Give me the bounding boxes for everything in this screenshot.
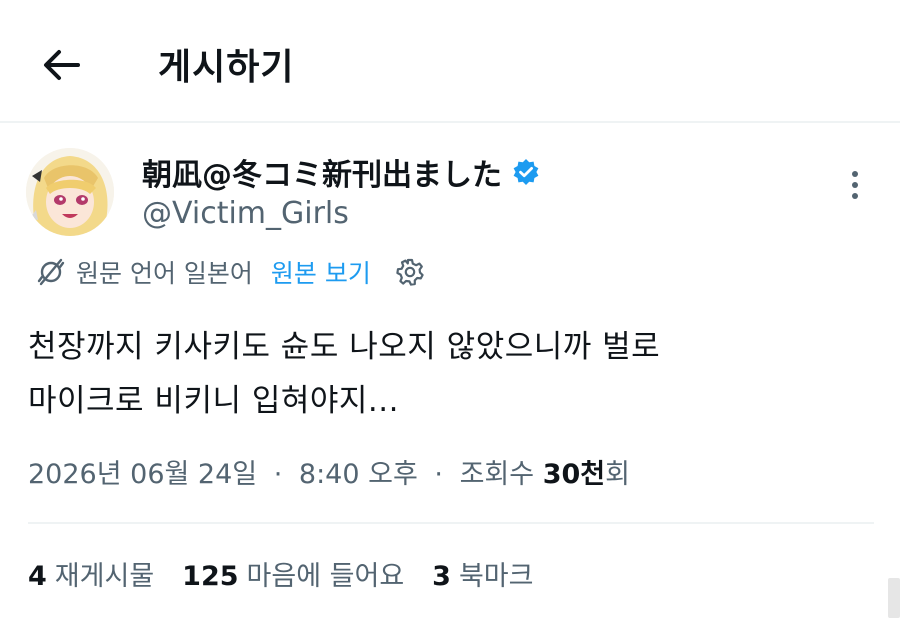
more-options-button[interactable] [840,165,870,205]
bookmarks-count: 3 [432,561,451,592]
translation-row: 원문 언어 일본어 원본 보기 [36,254,425,290]
author-handle[interactable]: @Victim_Girls [142,196,349,231]
post-text-line: 천장까지 키사키도 슌도 나오지 않았으니까 벌로 [28,329,661,365]
bookmarks-label: 북마크 [458,561,534,592]
post-date[interactable]: 2026년 06월 24일 [28,459,257,490]
show-original-link[interactable]: 원본 보기 [271,254,371,290]
arrow-left-icon [44,50,80,80]
avatar-illustration [26,148,114,236]
page-title: 게시하기 [158,47,295,88]
likes-stat[interactable]: 125 마음에 들어요 [182,554,404,593]
scrollbar[interactable] [888,578,900,618]
meta-separator: · [273,459,283,490]
stats-divider [28,522,874,524]
gear-icon[interactable] [395,257,425,287]
top-bar: 게시하기 [0,0,900,122]
reposts-stat[interactable]: 4 재게시물 [28,554,154,593]
verified-badge-icon [512,158,540,186]
views-suffix: 회 [605,459,630,490]
post-text: 천장까지 키사키도 슌도 나오지 않았으니까 벌로 마이크로 비키니 입혀야지.… [28,320,868,428]
author-name[interactable]: 朝凪@冬コミ新刊出ました [142,150,540,194]
translation-label: 원문 언어 일본어 [76,259,253,288]
translate-icon [36,257,66,287]
post-time[interactable]: 8:40 오후 [299,459,418,490]
back-button[interactable] [38,42,84,88]
reposts-count: 4 [28,561,47,592]
views-label: 조회수 [459,459,535,490]
avatar[interactable] [26,148,114,236]
likes-label: 마음에 들어요 [246,561,405,592]
bookmarks-stat[interactable]: 3 북마크 [432,554,533,593]
meta-separator: · [434,459,443,490]
likes-count: 125 [182,561,239,592]
views-count: 30천 [542,459,606,490]
post-text-line: 마이크로 비키니 입혀야지... [28,383,399,419]
post-meta: 2026년 06월 24일 · 8:40 오후 · 조회수 30천회 [28,452,630,491]
engagement-stats: 4 재게시물 125 마음에 들어요 3 북마크 [28,554,562,593]
more-vertical-icon [852,171,858,199]
header-divider [0,121,900,123]
reposts-label: 재게시물 [54,561,155,592]
author-display-name: 朝凪@冬コミ新刊出ました [142,158,502,193]
